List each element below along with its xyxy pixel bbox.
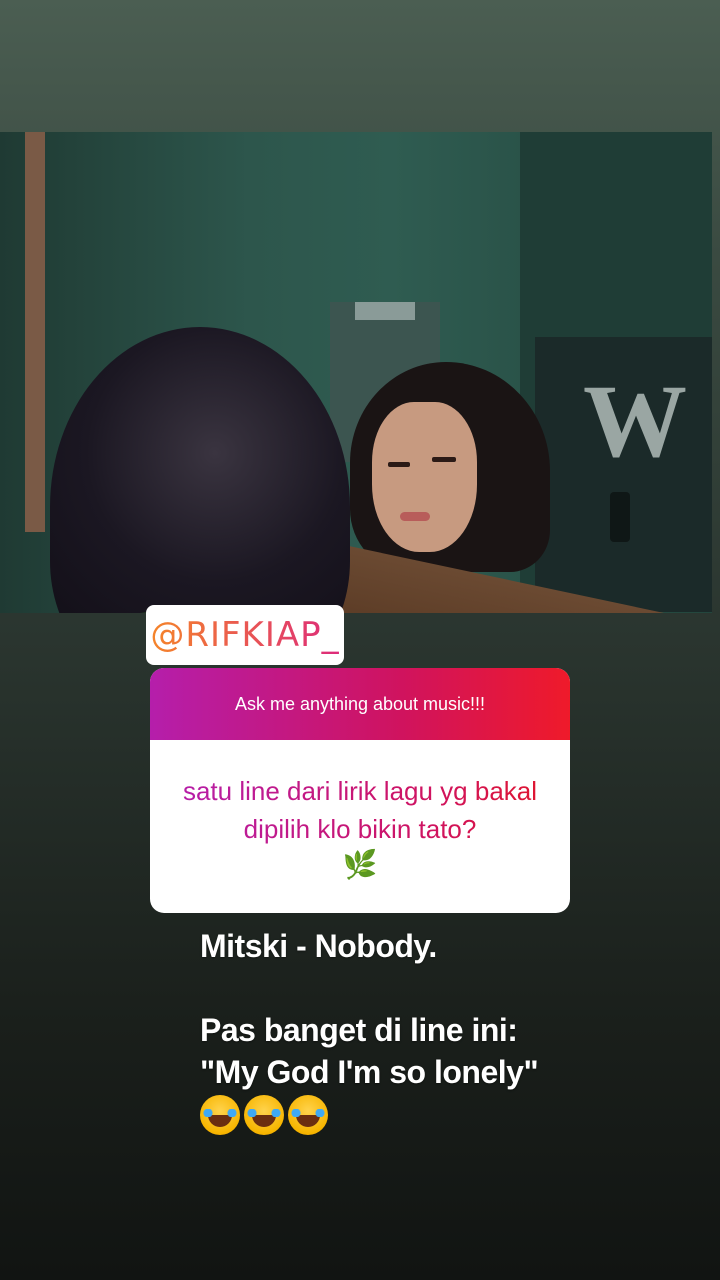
answer-text: Mitski - Nobody. Pas banget di line ini:… bbox=[200, 925, 700, 1135]
story-photo: W bbox=[0, 132, 712, 613]
mention-sticker[interactable]: @RIFKIAP_ bbox=[146, 605, 344, 665]
wall-vent-bar bbox=[355, 302, 415, 320]
reflection-face bbox=[372, 402, 477, 552]
person-head bbox=[50, 327, 350, 613]
laughing-crying-emoji-icon bbox=[200, 1095, 240, 1135]
answer-lyric: "My God I'm so lonely" bbox=[200, 1054, 539, 1090]
question-sticker-header: Ask me anything about music!!! bbox=[150, 668, 570, 740]
laughing-crying-emoji-icon bbox=[288, 1095, 328, 1135]
mirror-frame bbox=[25, 132, 45, 532]
answer-spacer bbox=[200, 967, 700, 1009]
door-handle bbox=[610, 492, 630, 542]
question-text: satu line dari lirik lagu yg bakal dipil… bbox=[170, 772, 550, 848]
question-sticker-body: satu line dari lirik lagu yg bakal dipil… bbox=[150, 740, 570, 882]
herb-emoji: 🌿 bbox=[342, 849, 378, 880]
door-letter: W bbox=[583, 364, 687, 479]
mention-text: @RIFKIAP_ bbox=[150, 615, 340, 655]
reflection-lips bbox=[400, 512, 430, 521]
answer-intro: Pas banget di line ini: bbox=[200, 1012, 518, 1048]
answer-song: Mitski - Nobody. bbox=[200, 928, 437, 964]
laughing-crying-emoji-icon bbox=[244, 1095, 284, 1135]
reflection-eye bbox=[388, 462, 410, 467]
question-sticker-prompt: Ask me anything about music!!! bbox=[234, 693, 486, 714]
reflection-eye bbox=[432, 457, 456, 462]
emoji-row bbox=[200, 1095, 700, 1135]
question-sticker[interactable]: Ask me anything about music!!! satu line… bbox=[150, 668, 570, 913]
